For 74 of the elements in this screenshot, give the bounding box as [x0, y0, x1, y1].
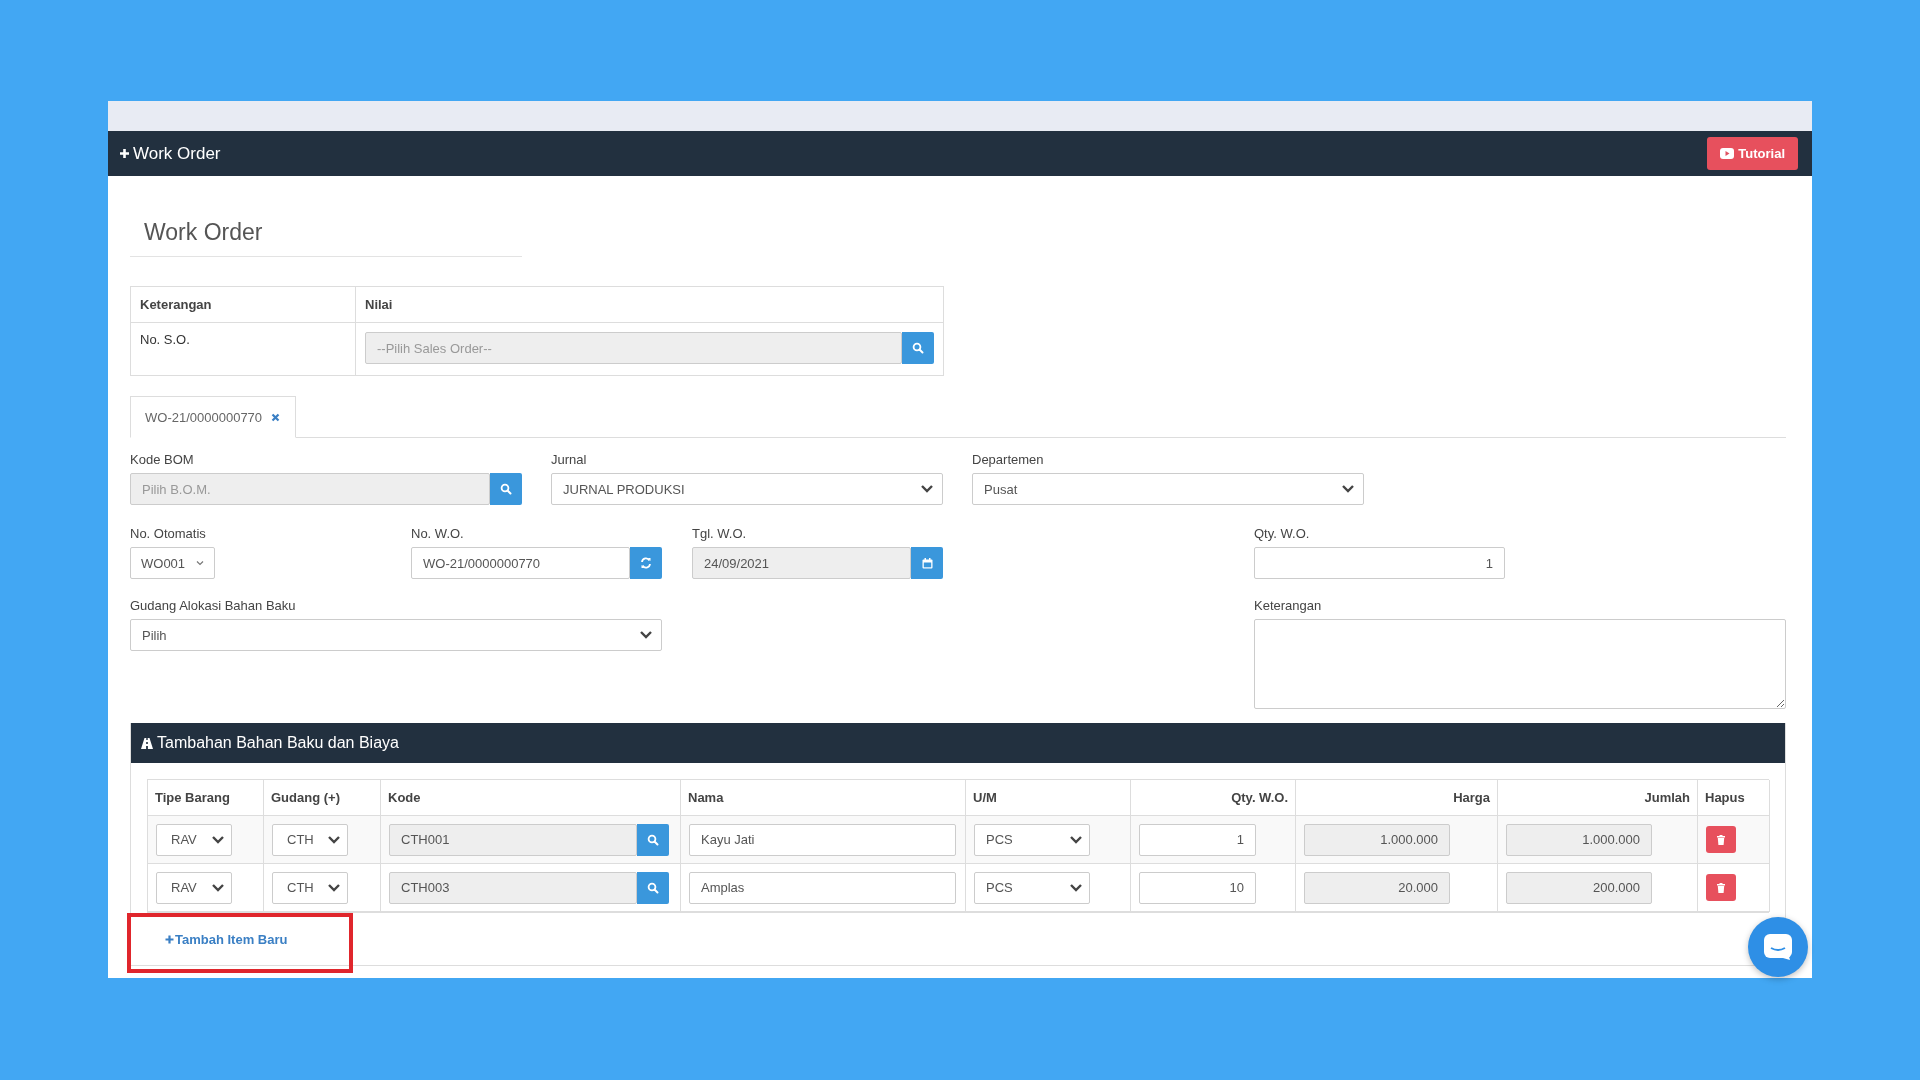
chevron-down-icon — [920, 484, 934, 494]
calendar-button[interactable] — [911, 547, 943, 579]
table-cell: No. S.O. — [131, 323, 356, 375]
plus-icon — [119, 148, 130, 159]
delete-button[interactable] — [1706, 874, 1736, 901]
search-icon — [912, 342, 924, 354]
quantity-field[interactable]: 10 — [1139, 871, 1256, 904]
chevron-down-icon — [327, 834, 341, 845]
quantity-field[interactable]: 1 — [1254, 547, 1505, 579]
delete-button[interactable] — [1706, 826, 1736, 853]
quantity-field[interactable]: 1 — [1139, 823, 1256, 856]
amount-field[interactable]: 1.000.000 — [1506, 823, 1652, 856]
close-icon[interactable] — [271, 412, 281, 422]
column-header: Keterangan — [131, 287, 356, 323]
calendar-icon — [921, 557, 933, 569]
search-icon — [500, 483, 512, 495]
add-item-link[interactable]: Tambah Item Baru — [165, 931, 288, 947]
chevron-down-icon — [211, 882, 225, 893]
search-button[interactable] — [637, 871, 669, 904]
road-icon — [141, 737, 153, 749]
chevron-down-icon — [196, 560, 204, 566]
form-title: Work Order — [130, 219, 522, 257]
unit-select[interactable]: PCS — [974, 823, 1090, 856]
numbering-select[interactable]: WO001 — [130, 547, 215, 579]
tutorial-button[interactable]: Tutorial — [1707, 137, 1798, 170]
refresh-button[interactable] — [630, 547, 662, 579]
field-label: Qty. W.O. — [1254, 526, 1311, 541]
name-field[interactable]: Amplas — [689, 871, 956, 904]
search-icon — [647, 833, 659, 846]
price-field[interactable]: 20.000 — [1304, 871, 1450, 904]
chevron-down-icon — [327, 882, 341, 893]
unit-select[interactable]: PCS — [974, 871, 1090, 904]
refresh-icon — [640, 557, 652, 569]
code-field[interactable]: CTH003 — [389, 871, 637, 904]
sales-order-field[interactable]: --Pilih Sales Order-- — [365, 332, 902, 364]
search-icon — [647, 881, 659, 894]
field-label: No. Otomatis — [130, 526, 207, 541]
search-button[interactable] — [902, 332, 934, 364]
field-label: Kode BOM — [130, 452, 195, 467]
chat-icon — [1763, 933, 1793, 961]
field-label: Departemen — [972, 452, 1045, 467]
journal-select[interactable]: JURNAL PRODUKSI — [551, 473, 943, 505]
chevron-down-icon — [211, 834, 225, 845]
chevron-down-icon — [1069, 882, 1083, 893]
trash-icon — [1717, 882, 1725, 893]
column-header: Nilai — [356, 287, 943, 323]
work-order-number-field[interactable]: WO-21/0000000770 — [411, 547, 630, 579]
field-label: Gudang Alokasi Bahan Baku — [130, 598, 297, 613]
warehouse-select[interactable]: Pilih — [130, 619, 662, 651]
search-button[interactable] — [637, 823, 669, 856]
name-field[interactable]: Kayu Jati — [689, 823, 956, 856]
search-button[interactable] — [490, 473, 522, 505]
play-icon — [1720, 148, 1735, 159]
code-field[interactable]: CTH001 — [389, 823, 637, 856]
type-select[interactable]: RAV — [156, 871, 232, 904]
chevron-down-icon — [1069, 834, 1083, 845]
section-title: Tambahan Bahan Baku dan Biaya — [157, 734, 399, 752]
field-label: Tgl. W.O. — [692, 526, 748, 541]
chevron-down-icon — [639, 630, 653, 640]
plus-icon — [165, 934, 174, 944]
tab[interactable]: WO-21/0000000770 — [130, 396, 297, 438]
chevron-down-icon — [1341, 484, 1355, 494]
department-select[interactable]: Pusat — [972, 473, 1364, 505]
field-label: No. W.O. — [411, 526, 465, 541]
notes-field[interactable] — [1254, 619, 1786, 709]
field-label: Jurnal — [551, 452, 588, 467]
panel-title: Work Order — [133, 143, 221, 164]
field-label: Keterangan — [1254, 598, 1323, 613]
trash-icon — [1717, 834, 1725, 845]
amount-field[interactable]: 200.000 — [1506, 871, 1652, 904]
type-select[interactable]: RAV — [156, 823, 232, 856]
warehouse-select[interactable]: CTH — [272, 823, 348, 856]
price-field[interactable]: 1.000.000 — [1304, 823, 1450, 856]
warehouse-select[interactable]: CTH — [272, 871, 348, 904]
